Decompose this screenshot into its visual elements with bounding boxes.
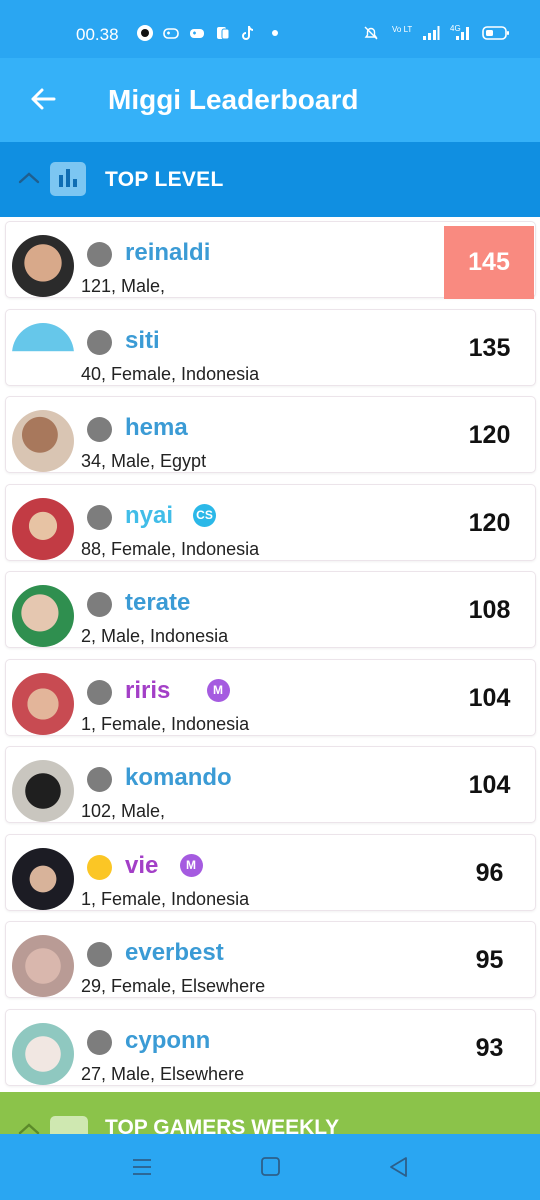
cards-icon	[217, 27, 230, 40]
system-nav-bar	[0, 1134, 540, 1200]
page-title: Miggi Leaderboard	[108, 84, 359, 115]
cs-badge-icon: CS	[193, 503, 216, 527]
system-icons: Vo LTE 4G	[362, 24, 510, 42]
leaderboard-row[interactable]: riris M 1, Female, Indonesia 104	[5, 658, 536, 736]
app-bar: Miggi Leaderboard	[0, 58, 540, 142]
status-time: 00.38	[76, 25, 119, 44]
username[interactable]: riris	[125, 677, 170, 705]
leaderboard-row[interactable]: vie M 1, Female, Indonesia 96	[5, 833, 536, 911]
section-title: TOP GAMERS WEEKLY	[105, 1116, 340, 1134]
leaderboard-row[interactable]: siti 40, Female, Indonesia 135	[5, 308, 536, 386]
avatar[interactable]	[12, 760, 74, 822]
presence-status-icon	[87, 242, 112, 267]
presence-status-icon	[87, 592, 112, 617]
level-score: 108	[468, 596, 511, 624]
user-info: 88, Female, Indonesia	[81, 538, 260, 559]
presence-status-icon	[87, 417, 112, 442]
leaderboard-row[interactable]: komando 102, Male, 104	[5, 746, 536, 823]
level-score: 120	[468, 508, 511, 537]
leaderboard-row[interactable]: terate 2, Male, Indonesia 108	[5, 571, 536, 648]
merchant-badge-icon: M	[206, 678, 230, 702]
presence-status-icon	[87, 1029, 112, 1055]
notification-icons	[136, 24, 284, 42]
battery-icon	[482, 26, 509, 40]
user-info: 29, Female, Elsewhere	[81, 976, 266, 996]
avatar[interactable]	[12, 235, 74, 297]
leaderboard-row[interactable]: everbest 29, Female, Elsewhere 95	[5, 921, 536, 998]
chevron-up-icon[interactable]	[16, 1119, 42, 1134]
username[interactable]: komando	[125, 764, 232, 792]
presence-status-icon	[87, 767, 112, 792]
leaderboard-row[interactable]: cyponn 27, Male, Elsewhere 93	[5, 1008, 536, 1086]
dot-icon	[272, 30, 278, 36]
level-score: 93	[475, 1033, 504, 1062]
user-info: 40, Female, Indonesia	[81, 363, 260, 384]
username[interactable]: vie	[125, 852, 158, 880]
menu-icon[interactable]	[127, 1154, 157, 1180]
gamepad-outline-icon	[163, 28, 179, 39]
avatar[interactable]	[12, 322, 74, 385]
leaderboard-row[interactable]: hema 34, Male, Egypt 120	[5, 396, 536, 473]
presence-status-icon	[87, 504, 112, 530]
back-triangle-icon[interactable]	[384, 1154, 414, 1180]
username[interactable]: terate	[125, 589, 190, 617]
tiktok-icon	[242, 25, 254, 40]
merchant-badge-icon: M	[179, 853, 203, 877]
avatar[interactable]	[12, 935, 74, 997]
section-title: TOP LEVEL	[105, 168, 224, 191]
avatar[interactable]	[12, 1022, 74, 1085]
user-info: 102, Male,	[81, 801, 166, 821]
username[interactable]: nyai	[125, 502, 173, 530]
signal-icon	[423, 26, 440, 40]
leaderboard-row[interactable]: nyai CS 88, Female, Indonesia 120	[5, 483, 536, 561]
presence-status-icon	[87, 679, 112, 705]
music-icon	[137, 25, 153, 41]
avatar[interactable]	[12, 672, 74, 735]
avatar[interactable]	[12, 847, 74, 910]
presence-status-icon	[87, 942, 112, 967]
section-header-top-gamers[interactable]: TOP GAMERS WEEKLY	[0, 1092, 540, 1134]
avatar[interactable]	[12, 497, 74, 560]
username[interactable]: reinaldi	[125, 239, 210, 267]
gamepad-icon	[50, 1116, 88, 1134]
4g-signal-icon: 4G	[450, 24, 469, 40]
avatar[interactable]	[12, 585, 74, 647]
home-square-icon[interactable]	[256, 1154, 286, 1180]
level-score: 120	[468, 421, 511, 449]
leaderboard-row[interactable]: reinaldi 121, Male, 145	[5, 221, 536, 299]
avatar[interactable]	[12, 410, 74, 472]
mute-bell-icon	[364, 26, 378, 40]
presence-status-icon	[87, 329, 112, 355]
user-info: 2, Male, Indonesia	[81, 626, 229, 646]
username[interactable]: everbest	[125, 939, 224, 967]
user-info: 1, Female, Indonesia	[81, 713, 250, 734]
arrow-left-icon[interactable]	[28, 84, 58, 114]
section-header-top-level[interactable]: TOP LEVEL	[0, 142, 540, 217]
level-score: 145	[444, 226, 534, 299]
volte-icon: Vo LTE	[392, 25, 412, 34]
user-info: 27, Male, Elsewhere	[81, 1063, 245, 1084]
level-score: 135	[468, 333, 511, 362]
status-bar: 00.38 Vo LTE 4G	[0, 0, 540, 58]
user-info: 1, Female, Indonesia	[81, 888, 250, 909]
level-score: 95	[475, 946, 504, 974]
gamepad-icon	[190, 29, 204, 38]
level-score: 104	[468, 771, 511, 799]
svg-text:4G: 4G	[450, 24, 461, 33]
svg-text:Vo LTE: Vo LTE	[392, 25, 412, 34]
username[interactable]: siti	[125, 327, 160, 355]
username[interactable]: hema	[125, 414, 188, 442]
user-info: 34, Male, Egypt	[81, 451, 207, 471]
level-score: 104	[468, 683, 511, 712]
user-info: 121, Male,	[81, 276, 166, 296]
username[interactable]: cyponn	[125, 1027, 210, 1055]
presence-status-icon	[87, 854, 112, 880]
bar-chart-icon	[50, 162, 86, 196]
chevron-up-icon[interactable]	[16, 168, 42, 190]
level-score: 96	[475, 858, 504, 887]
